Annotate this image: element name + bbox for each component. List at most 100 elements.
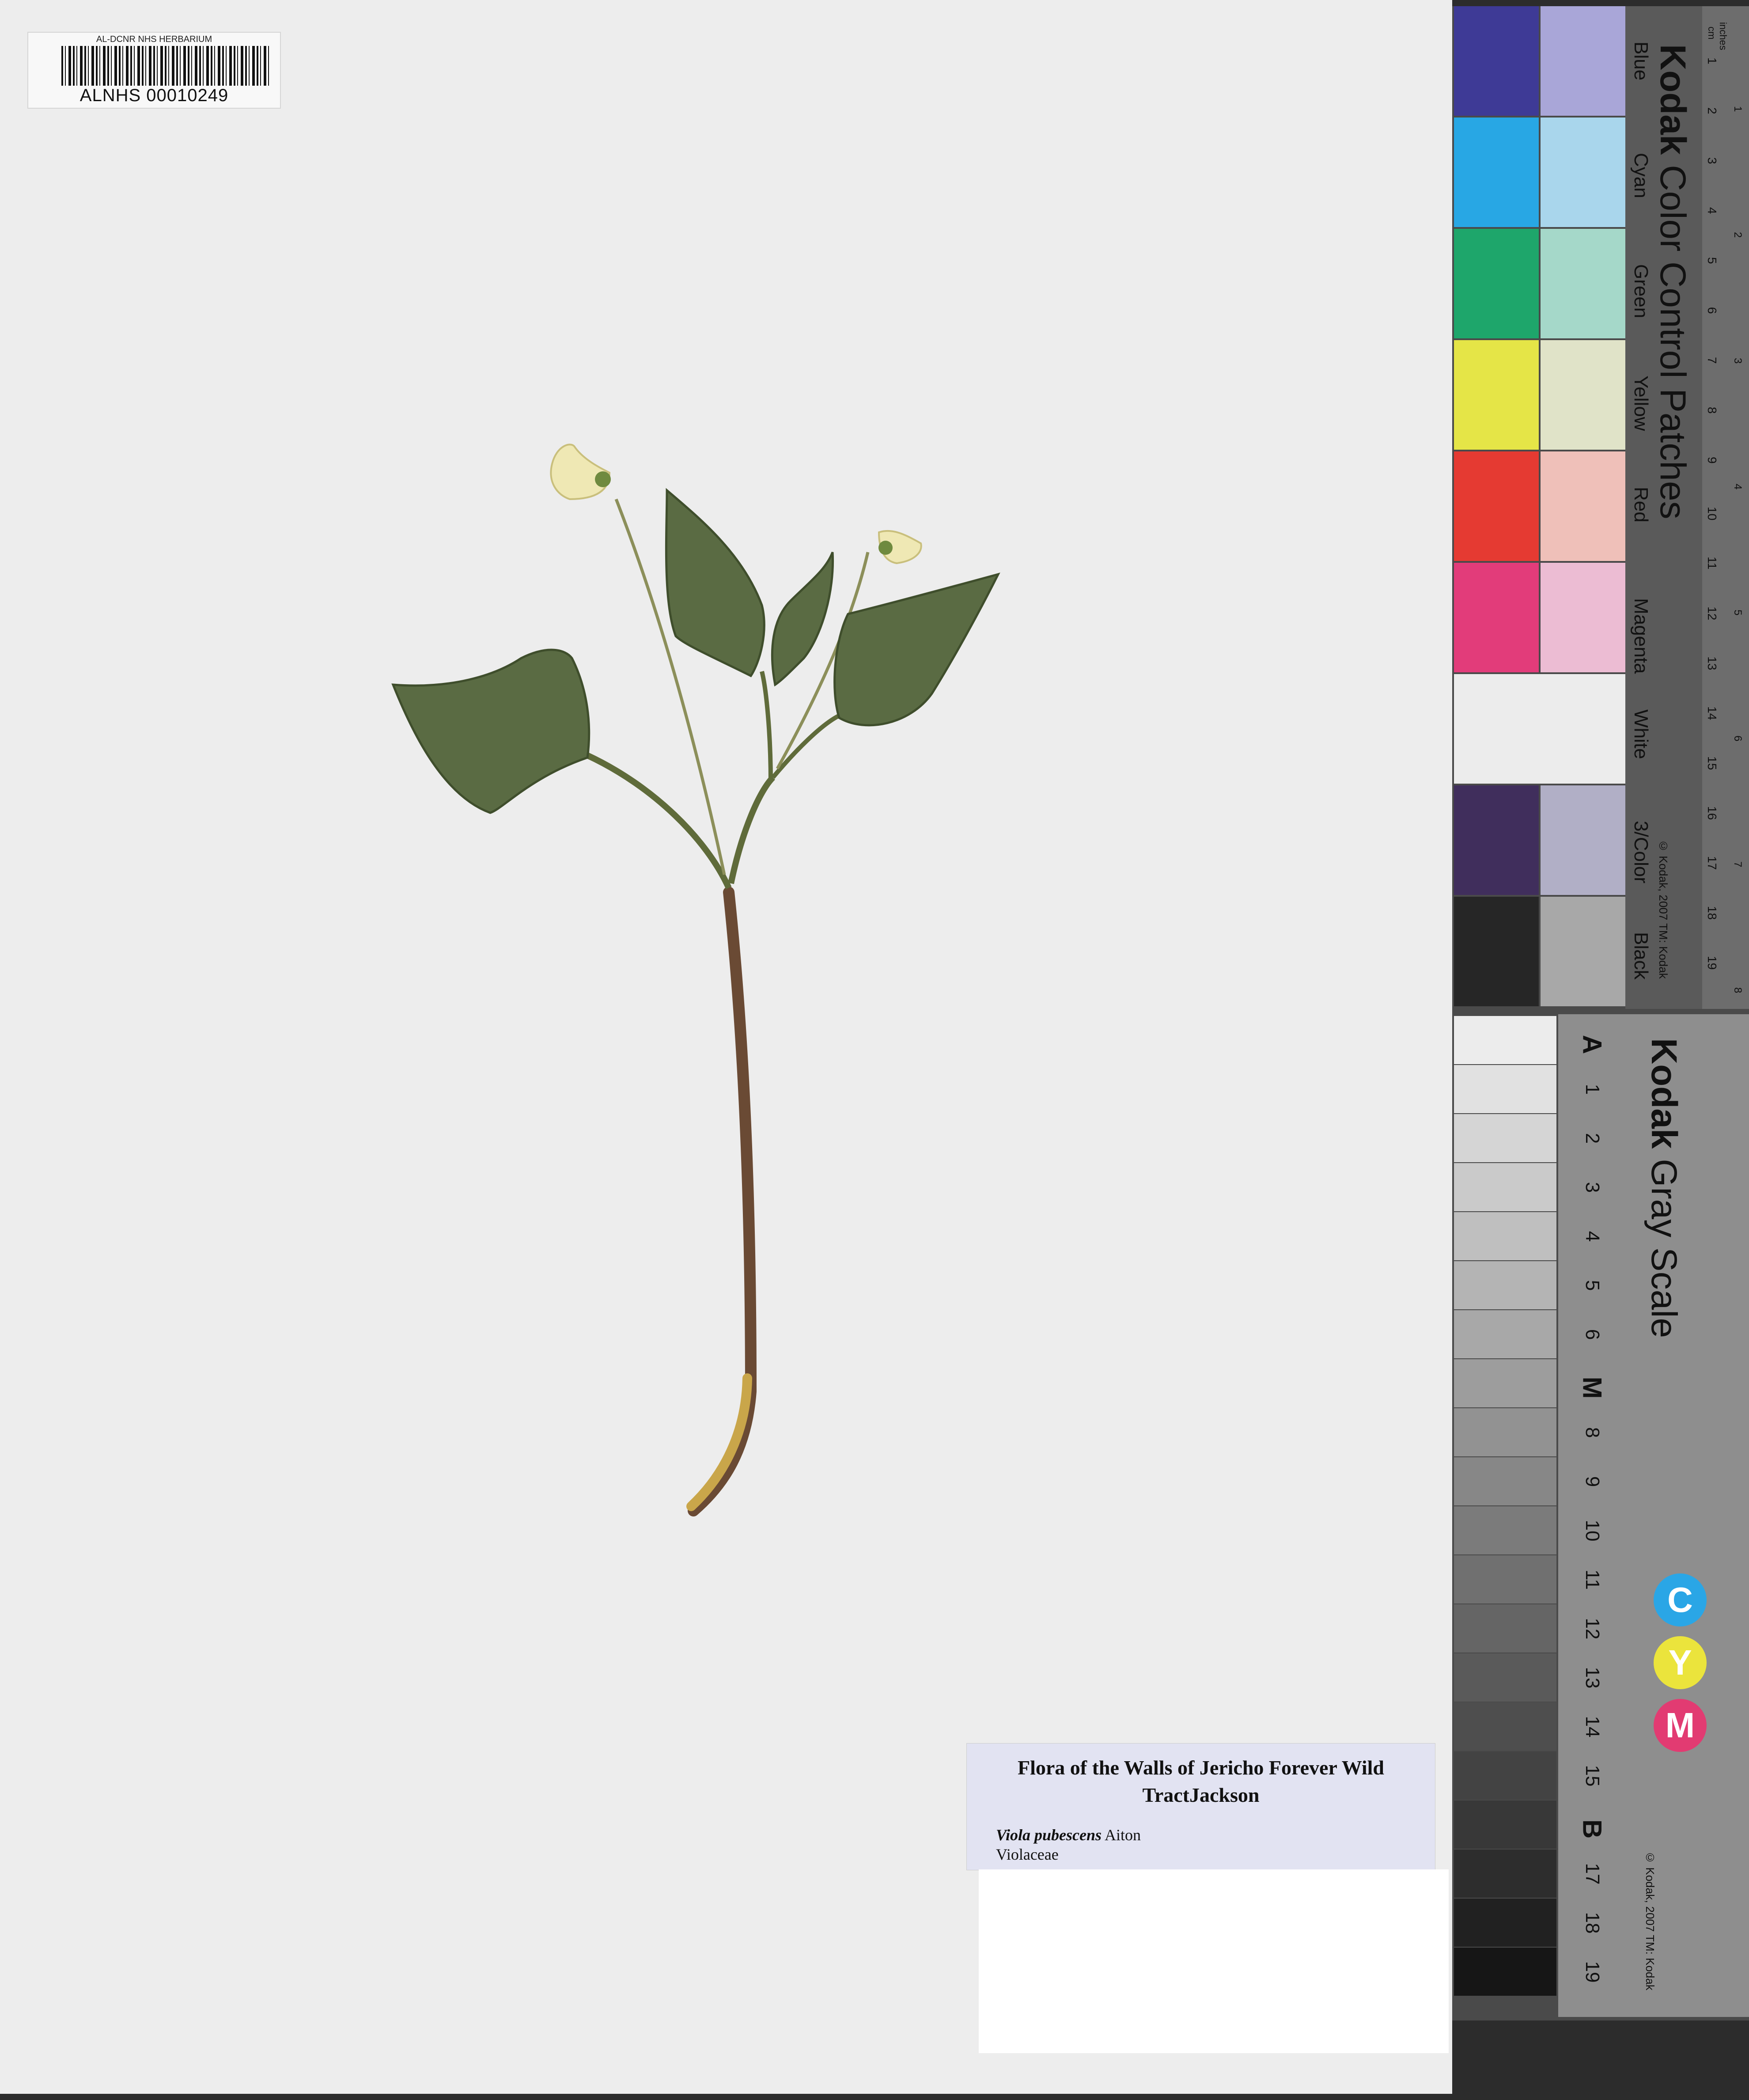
ruler-cm-tick: 9 <box>1705 457 1719 464</box>
scientific-name-line: Viola pubescens Aiton <box>996 1826 1141 1844</box>
color-patch <box>1541 229 1625 338</box>
color-patch <box>1454 674 1625 784</box>
patch-name: Red <box>1630 487 1652 523</box>
color-patch <box>1454 451 1539 561</box>
gray-step-label: 19 <box>1582 1961 1603 1983</box>
authority: Aiton <box>1105 1826 1141 1844</box>
right-petiole <box>771 713 840 779</box>
gray-step <box>1454 1261 1556 1309</box>
redacted-area <box>979 1869 1449 2053</box>
gray-step <box>1454 1212 1556 1260</box>
right-branch <box>728 775 776 884</box>
specimen-label: Flora of the Walls of Jericho Forever Wi… <box>966 1743 1435 1870</box>
color-patch <box>1454 785 1539 895</box>
gray-step-label: 2 <box>1582 1133 1603 1144</box>
ruler-inch-tick: 3 <box>1732 358 1744 364</box>
gray-step-label: 12 <box>1582 1618 1603 1640</box>
gray-step <box>1454 1801 1556 1849</box>
flower-left-calyx <box>595 471 611 487</box>
color-patch <box>1454 897 1539 1006</box>
gray-step-label: 11 <box>1582 1569 1603 1590</box>
ruler-unit-cm: cm <box>1706 27 1717 40</box>
gray-step <box>1454 1016 1556 1064</box>
gray-step-label: B <box>1577 1819 1607 1839</box>
color-patch <box>1541 785 1625 895</box>
ruler-cm-tick: 8 <box>1705 407 1719 414</box>
gray-step <box>1454 1850 1556 1898</box>
gray-step-label: 3 <box>1582 1182 1603 1193</box>
ruler-cm-tick: 11 <box>1705 557 1719 570</box>
color-patch <box>1454 6 1539 116</box>
color-patch <box>1541 563 1625 672</box>
gray-scale-copyright: © Kodak, 2007 TM: Kodak <box>1643 1851 1657 1990</box>
gray-step <box>1454 1948 1556 1996</box>
color-card-brand: Kodak <box>1653 44 1693 155</box>
ruler-inch-tick: 7 <box>1732 861 1744 868</box>
patch-name: Blue <box>1630 42 1652 81</box>
gray-scale-title: Kodak Gray Scale <box>1643 1038 1685 1338</box>
color-patch <box>1541 897 1625 1006</box>
gray-step-label: 18 <box>1582 1912 1603 1934</box>
gray-step <box>1454 1899 1556 1947</box>
gray-step <box>1454 1751 1556 1800</box>
cym-dot: M <box>1654 1699 1707 1752</box>
left-leaf <box>391 648 591 814</box>
color-patch <box>1541 6 1625 116</box>
ruler-cm-tick: 14 <box>1705 706 1719 720</box>
ruler-cm-tick: 18 <box>1705 906 1719 920</box>
center-petiole <box>760 671 773 782</box>
patch-name: Magenta <box>1630 598 1652 674</box>
gray-step <box>1454 1163 1556 1211</box>
ruler-cm-tick: 13 <box>1705 656 1719 671</box>
ruler-cm-tick: 1 <box>1705 57 1719 64</box>
ruler-inch-tick: 8 <box>1732 987 1744 993</box>
ruler-inch-tick: 5 <box>1732 610 1744 616</box>
color-patch <box>1454 563 1539 672</box>
ruler-cm-tick: 17 <box>1705 856 1719 870</box>
ruler-cm-tick: 5 <box>1705 257 1719 264</box>
center-leaf <box>665 488 765 678</box>
gray-step-label: 5 <box>1582 1280 1603 1291</box>
gray-step-label: 13 <box>1582 1667 1603 1689</box>
gray-step <box>1454 1457 1556 1505</box>
ruler-cm-tick: 19 <box>1705 956 1719 970</box>
patch-name: Yellow <box>1630 375 1652 431</box>
narrow-leaf <box>771 552 834 687</box>
ruler-cm-tick: 6 <box>1705 307 1719 314</box>
gray-step-label: 4 <box>1582 1231 1603 1242</box>
color-card-product: Color Control Patches <box>1653 165 1693 519</box>
ruler-unit-inches: inches <box>1718 22 1729 50</box>
gray-step <box>1454 1114 1556 1162</box>
ruler-cm-tick: 15 <box>1705 756 1719 770</box>
flower-right-calyx <box>878 541 893 555</box>
ruler-cm-tick: 3 <box>1705 157 1719 164</box>
ruler-cm-tick: 12 <box>1705 606 1719 621</box>
color-patch <box>1454 118 1539 227</box>
gray-step <box>1454 1408 1556 1456</box>
ruler-cm-tick: 7 <box>1705 357 1719 364</box>
ruler-cm-tick: 10 <box>1705 507 1719 521</box>
color-patch <box>1541 340 1625 450</box>
patch-name: 3/Color <box>1630 821 1652 883</box>
gray-step <box>1454 1506 1556 1554</box>
patch-name: Black <box>1630 932 1652 980</box>
gray-step-label: 8 <box>1582 1427 1603 1438</box>
gray-step <box>1454 1065 1556 1113</box>
color-card-title: Kodak Color Control Patches <box>1652 44 1693 519</box>
patch-name: White <box>1630 709 1652 759</box>
color-card-copyright: © Kodak, 2007 TM: Kodak <box>1657 839 1670 979</box>
gray-step-label: 9 <box>1582 1476 1603 1487</box>
gray-step-label: A <box>1577 1035 1607 1054</box>
gray-scale-brand: Kodak <box>1644 1038 1684 1149</box>
right-leaf <box>833 572 1000 727</box>
ruler-inch-tick: 4 <box>1732 484 1744 490</box>
ruler-cm-tick: 2 <box>1705 107 1719 114</box>
gray-step <box>1454 1359 1556 1407</box>
gray-step-label: 14 <box>1582 1716 1603 1738</box>
ruler-cm-tick: 4 <box>1705 207 1719 214</box>
gray-step-label: 17 <box>1582 1863 1603 1885</box>
gray-step-label: 15 <box>1582 1765 1603 1787</box>
left-petiole <box>586 752 732 889</box>
ruler-inch-tick: 1 <box>1732 106 1744 112</box>
color-patch <box>1454 229 1539 338</box>
